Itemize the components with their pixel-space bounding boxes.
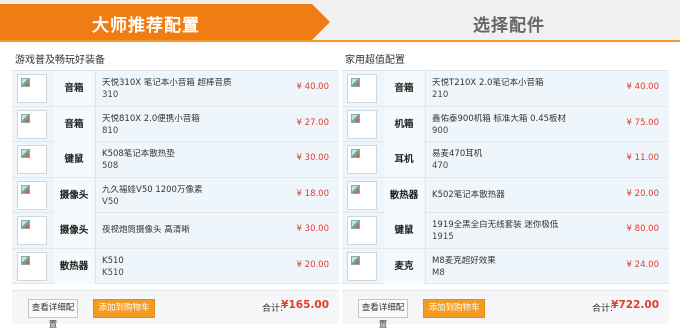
product-row: 麦克 M8麦克超好效果 M8 ¥ 24.00: [342, 248, 669, 284]
product-model: M8: [432, 267, 445, 278]
tab-select-accessories-label: 选择配件: [473, 16, 545, 36]
product-price: ¥ 24.00: [626, 259, 659, 270]
config-panel-right: 家用超值配置 音箱 天悦T210X 2.0笔记本小音箱 210 ¥ 40.00 …: [342, 44, 669, 334]
config-panel-left: 游戏普及畅玩好装备 音箱 天悦310X 笔记本小音箱 超棒音质 310 ¥ 40…: [12, 44, 339, 334]
product-category: 摄像头: [54, 213, 94, 248]
product-name[interactable]: K510: [102, 256, 272, 267]
add-to-cart-button[interactable]: 添加到购物车: [93, 299, 155, 318]
product-price: ¥ 18.00: [296, 188, 329, 199]
view-details-button[interactable]: 查看详细配置: [358, 299, 408, 330]
product-row: 耳机 易麦470耳机 470 ¥ 11.00: [342, 142, 669, 178]
broken-image-icon[interactable]: [347, 216, 377, 245]
total-value: ¥165.00: [281, 299, 329, 311]
broken-image-icon[interactable]: [17, 74, 47, 103]
broken-image-icon[interactable]: [17, 180, 47, 210]
product-name[interactable]: 易麦470耳机: [432, 149, 602, 160]
product-row: 摄像头 九久福娃V50 1200万像素 V50 ¥ 18.00: [12, 177, 339, 213]
product-price: ¥ 40.00: [296, 82, 329, 92]
product-list: 音箱 天悦T210X 2.0笔记本小音箱 210 ¥ 40.00 机箱 鑫佑泰9…: [342, 70, 669, 284]
product-name[interactable]: K502笔记本散热器: [432, 190, 602, 201]
product-name[interactable]: 鑫佑泰900机箱 标准大箱 0.45板材: [432, 114, 602, 125]
panel-footer: 查看详细配置 添加到购物车 合计: ¥722.00: [342, 290, 669, 330]
product-model: 1915: [432, 232, 454, 242]
product-category: 音箱: [54, 106, 94, 142]
broken-image-icon[interactable]: [17, 216, 47, 245]
product-model: 900: [432, 125, 449, 136]
product-model: K510: [102, 267, 124, 278]
tab-select-accessories[interactable]: 选择配件: [330, 4, 680, 40]
product-price: ¥ 11.00: [626, 153, 659, 163]
broken-image-icon[interactable]: [17, 251, 47, 281]
product-row: 键鼠 K508笔记本散热垫 508 ¥ 30.00: [12, 142, 339, 178]
panel-footer: 查看详细配置 添加到购物车 合计: ¥165.00: [12, 290, 339, 330]
product-model: 310: [102, 90, 119, 100]
broken-image-icon[interactable]: [347, 109, 377, 139]
view-details-button[interactable]: 查看详细配置: [28, 299, 78, 330]
product-name[interactable]: 1919全黑全白无线套装 迷你极低: [432, 220, 602, 231]
product-category: 机箱: [384, 106, 424, 142]
tab-bar: 大师推荐配置 选择配件: [0, 0, 680, 42]
product-price: ¥ 75.00: [626, 117, 659, 128]
product-row: 音箱 天悦810X 2.0便携小音箱 810 ¥ 27.00: [12, 106, 339, 142]
product-price: ¥ 20.00: [296, 259, 329, 270]
product-row: 散热器 K502笔记本散热器 ¥ 20.00: [342, 177, 669, 213]
product-row: 摄像头 夜视炮筒摄像头 高清晰 ¥ 30.00: [12, 213, 339, 249]
product-category: 音箱: [54, 71, 94, 106]
product-name[interactable]: K508笔记本散热垫: [102, 149, 272, 160]
product-model: 470: [432, 161, 449, 171]
product-category: 键鼠: [384, 213, 424, 248]
product-category: 键鼠: [54, 142, 94, 177]
total-value: ¥722.00: [611, 299, 659, 311]
product-price: ¥ 30.00: [296, 224, 329, 234]
broken-image-icon[interactable]: [347, 180, 377, 210]
product-price: ¥ 80.00: [626, 224, 659, 234]
product-name[interactable]: M8麦克超好效果: [432, 256, 602, 267]
product-name[interactable]: 天悦310X 笔记本小音箱 超棒音质: [102, 78, 272, 89]
product-category: 散热器: [384, 177, 424, 213]
total-label: 合计:: [261, 304, 283, 314]
product-row: 音箱 天悦310X 笔记本小音箱 超棒音质 310 ¥ 40.00: [12, 71, 339, 107]
broken-image-icon[interactable]: [17, 109, 47, 139]
add-to-cart-button[interactable]: 添加到购物车: [423, 299, 485, 318]
tab-arrow: [312, 4, 330, 40]
product-row: 散热器 K510 K510 ¥ 20.00: [12, 248, 339, 284]
product-category: 摄像头: [54, 177, 94, 213]
tab-master-recommend-label: 大师推荐配置: [92, 16, 200, 36]
product-model: 210: [432, 90, 449, 100]
product-list: 音箱 天悦310X 笔记本小音箱 超棒音质 310 ¥ 40.00 音箱 天悦8…: [12, 70, 339, 284]
product-name[interactable]: 九久福娃V50 1200万像素: [102, 185, 272, 196]
product-category: 麦克: [384, 248, 424, 284]
product-name[interactable]: 天悦T210X 2.0笔记本小音箱: [432, 78, 602, 89]
broken-image-icon[interactable]: [347, 74, 377, 103]
product-model: 810: [102, 125, 119, 136]
product-row: 键鼠 1919全黑全白无线套装 迷你极低 1915 ¥ 80.00: [342, 213, 669, 249]
product-price: ¥ 27.00: [296, 117, 329, 128]
broken-image-icon[interactable]: [347, 251, 377, 281]
tab-master-recommend[interactable]: 大师推荐配置: [0, 4, 330, 40]
broken-image-icon[interactable]: [347, 145, 377, 174]
broken-image-icon[interactable]: [17, 145, 47, 174]
product-price: ¥ 30.00: [296, 153, 329, 163]
product-row: 音箱 天悦T210X 2.0笔记本小音箱 210 ¥ 40.00: [342, 71, 669, 107]
product-price: ¥ 40.00: [626, 82, 659, 92]
product-row: 机箱 鑫佑泰900机箱 标准大箱 0.45板材 900 ¥ 75.00: [342, 106, 669, 142]
product-model: 508: [102, 161, 119, 171]
product-name[interactable]: 天悦810X 2.0便携小音箱: [102, 114, 272, 125]
product-name[interactable]: 夜视炮筒摄像头 高清晰: [102, 225, 272, 236]
product-category: 音箱: [384, 71, 424, 106]
panel-title: 家用超值配置: [345, 55, 405, 66]
product-price: ¥ 20.00: [626, 188, 659, 199]
product-category: 耳机: [384, 142, 424, 177]
product-model: V50: [102, 196, 119, 207]
product-category: 散热器: [54, 248, 94, 284]
panel-title: 游戏普及畅玩好装备: [15, 55, 105, 66]
total-label: 合计:: [591, 304, 613, 314]
